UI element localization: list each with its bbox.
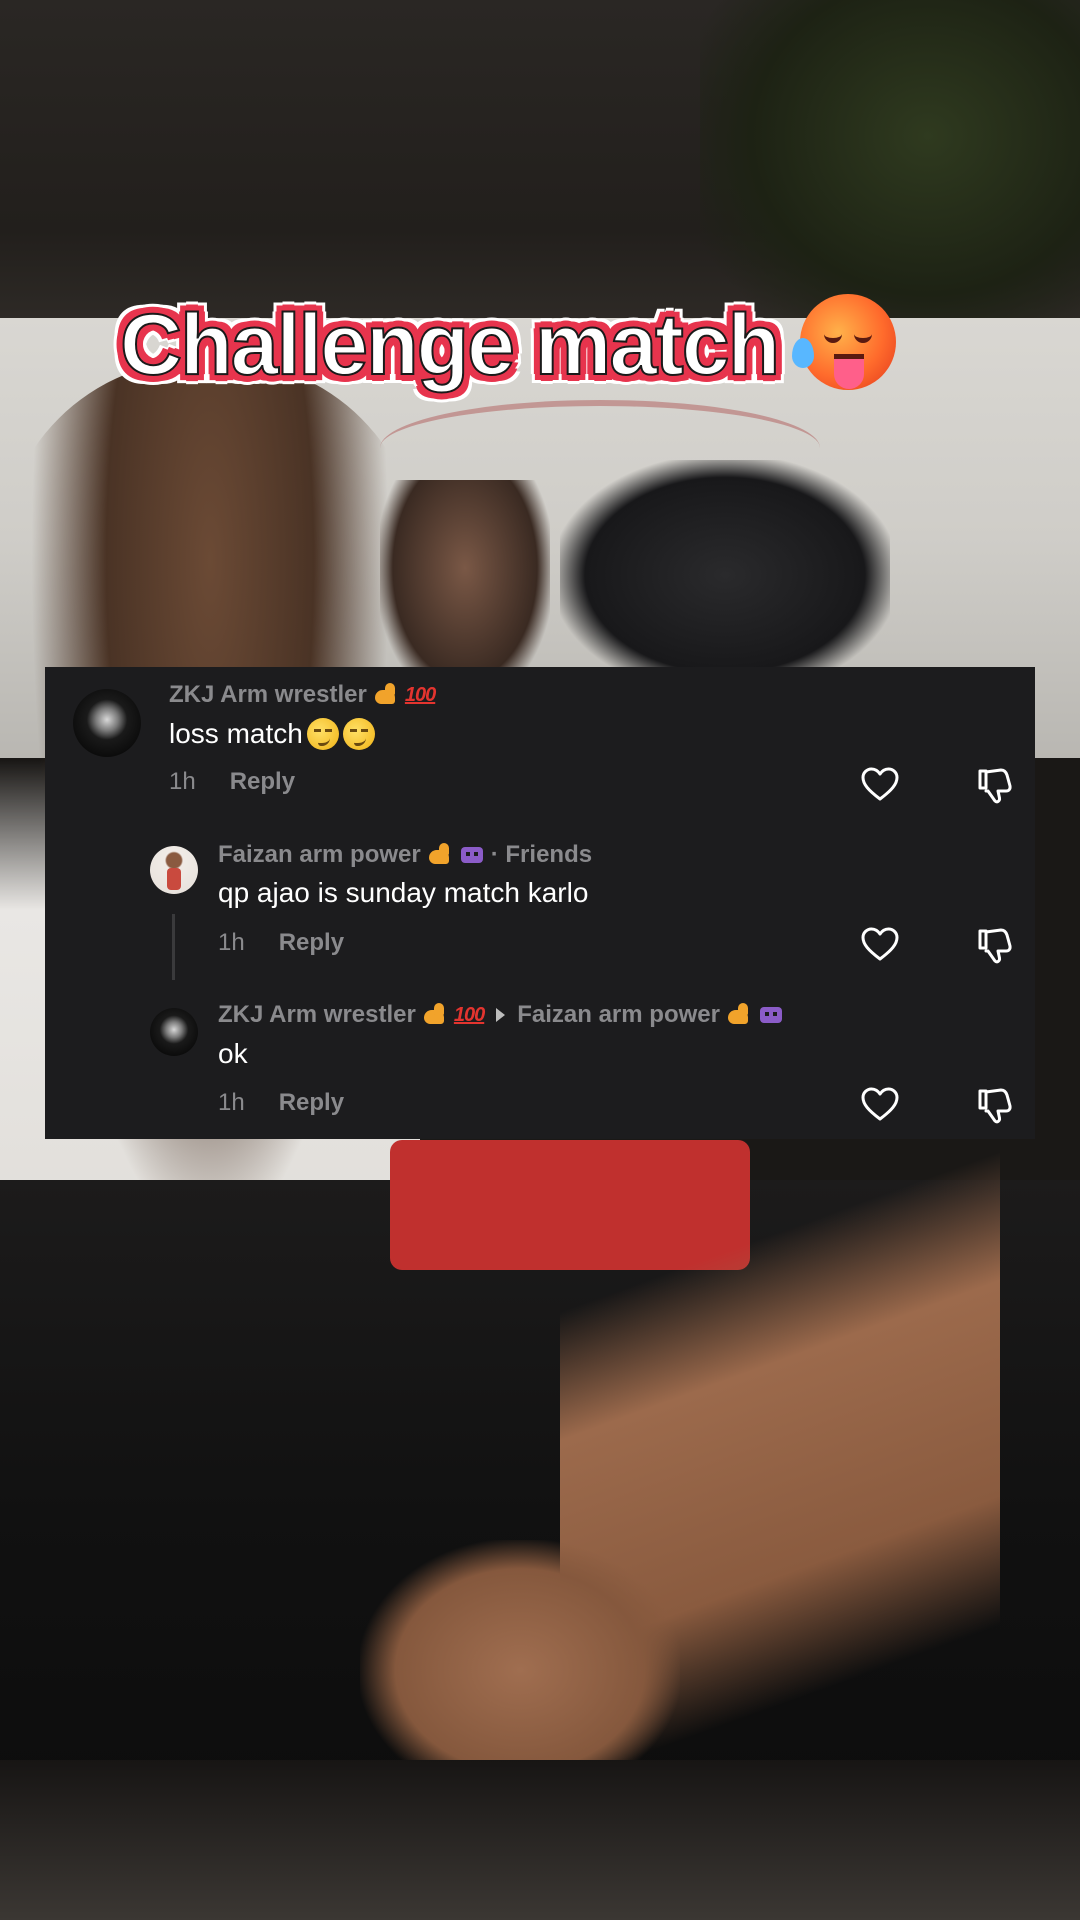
thread-line <box>172 914 175 980</box>
reply-button[interactable]: Reply <box>230 768 295 796</box>
background-person-cap <box>560 460 890 690</box>
comment-username[interactable]: Faizan arm power · Friends <box>218 841 592 869</box>
reply-arrow-icon <box>496 1008 506 1022</box>
video-frame: Challenge match ZKJ Arm wrestler 100 los… <box>0 0 1080 1920</box>
comment-meta: 1h Reply <box>169 768 295 796</box>
comment-card: ZKJ Arm wrestler 100 loss match 1h Reply <box>45 667 1035 1139</box>
smirk-emoji-icon <box>306 718 339 750</box>
caption-overlay: Challenge match <box>119 294 897 393</box>
heart-outline-icon[interactable] <box>860 1085 900 1125</box>
hundred-emoji-icon: 100 <box>404 683 436 706</box>
friends-tag: · Friends <box>490 841 593 868</box>
comment-username[interactable]: ZKJ Arm wrestler 100 Faizan arm power <box>218 1001 784 1029</box>
thumbs-down-outline-icon[interactable] <box>974 1085 1014 1125</box>
avatar[interactable] <box>150 846 198 894</box>
heart-outline-icon[interactable] <box>860 765 900 805</box>
avatar[interactable] <box>73 689 141 757</box>
background-tree <box>700 0 1080 340</box>
muscle-emoji-icon <box>373 682 399 708</box>
muscle-emoji-icon <box>726 1002 752 1028</box>
comment-text: ok <box>218 1038 248 1069</box>
smirk-emoji-icon <box>342 718 375 750</box>
avatar[interactable] <box>150 1008 198 1056</box>
background-floor <box>0 1760 1080 1920</box>
thumbs-down-outline-icon[interactable] <box>974 765 1014 805</box>
comment-time: 1h <box>218 1089 245 1116</box>
alien-emoji-icon <box>459 843 485 867</box>
heart-outline-icon[interactable] <box>860 925 900 965</box>
alien-emoji-icon <box>758 1003 784 1027</box>
reply-button[interactable]: Reply <box>279 929 344 957</box>
reply-to-username[interactable]: Faizan arm power <box>517 1001 720 1029</box>
hot-face-emoji-icon <box>792 294 897 390</box>
thumbs-down-outline-icon[interactable] <box>974 925 1014 965</box>
comment-text: loss match <box>169 718 375 750</box>
muscle-emoji-icon <box>427 842 453 868</box>
comment-meta: 1h Reply <box>218 929 344 957</box>
reply-button[interactable]: Reply <box>279 1089 344 1117</box>
hundred-emoji-icon: 100 <box>453 1003 485 1026</box>
comment-time: 1h <box>218 929 245 956</box>
comment-time: 1h <box>169 768 196 795</box>
muscle-emoji-icon <box>422 1002 448 1028</box>
caption-text: Challenge match <box>119 297 781 393</box>
comment-text: qp ajao is sunday match karlo <box>218 877 589 908</box>
comment-meta: 1h Reply <box>218 1089 344 1117</box>
comment-username[interactable]: ZKJ Arm wrestler 100 <box>169 681 436 709</box>
